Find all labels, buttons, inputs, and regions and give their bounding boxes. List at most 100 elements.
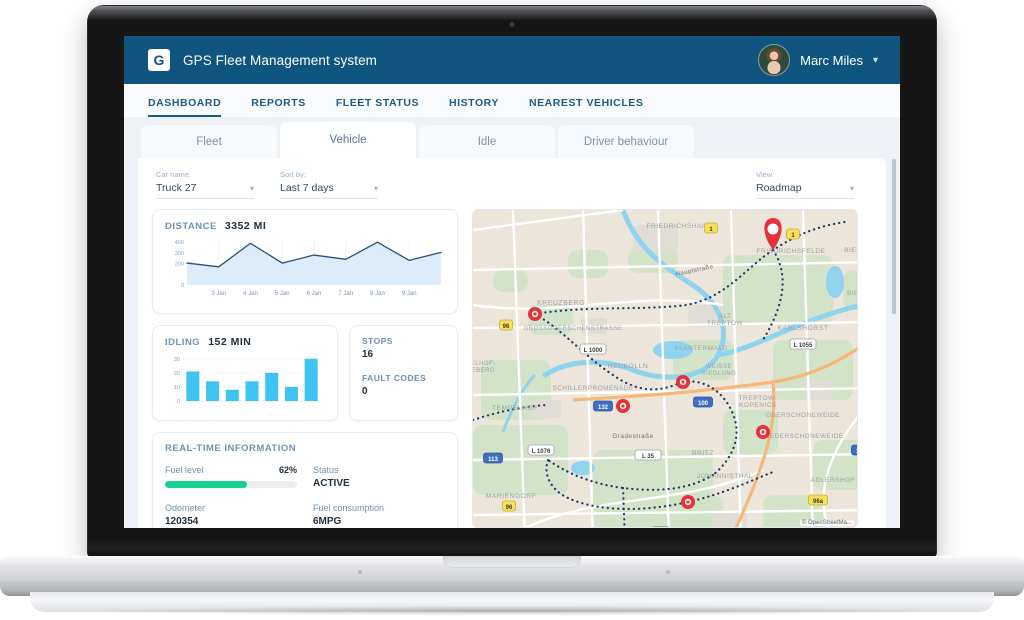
- view-label: View:: [756, 170, 775, 179]
- avatar: [758, 44, 791, 76]
- svg-text:JOHANNISTHAL: JOHANNISTHAL: [697, 473, 753, 480]
- tab-driver-behaviour[interactable]: Driver behaviour: [558, 125, 694, 158]
- svg-text:100: 100: [698, 401, 709, 407]
- svg-text:WEISSE: WEISSE: [706, 364, 732, 370]
- webcam-icon: [509, 22, 515, 27]
- svg-text:BIESDORF: BIESDORF: [847, 290, 858, 297]
- realtime-row-2: Odometer 120354 Fuel consumption 6MPG: [165, 503, 445, 527]
- dashboard-panel: Car name: Truck 27 ▾ Sort by: Last 7 day…: [138, 158, 886, 528]
- svg-text:6 Jan: 6 Jan: [307, 291, 322, 297]
- nav-item-fleet-status[interactable]: FLEET STATUS: [336, 97, 419, 117]
- svg-text:KREUZBERG: KREUZBERG: [537, 300, 585, 307]
- page-scrollbar[interactable]: [892, 159, 896, 314]
- sort-by-select[interactable]: Sort by: Last 7 days ▾: [280, 170, 378, 199]
- svg-text:10: 10: [174, 385, 180, 391]
- car-name-control[interactable]: Truck 27 ▾: [156, 182, 254, 199]
- svg-text:BRITZ: BRITZ: [692, 450, 714, 457]
- stops-stat: STOPS 16: [362, 336, 445, 360]
- chevron-down-icon[interactable]: ▾: [250, 184, 254, 193]
- svg-text:NEBERG: NEBERG: [473, 368, 495, 374]
- view-control[interactable]: Roadmap ▾: [756, 182, 854, 199]
- svg-text:0: 0: [181, 283, 184, 289]
- svg-text:8 Jan: 8 Jan: [370, 291, 385, 297]
- nav-item-reports[interactable]: REPORTS: [251, 97, 306, 117]
- nav-item-history[interactable]: HISTORY: [449, 97, 499, 117]
- sub-tabs: Fleet Vehicle Idle Driver behaviour: [138, 122, 886, 158]
- view-select[interactable]: View: Roadmap ▾: [756, 170, 854, 199]
- svg-text:PLANTERWALD: PLANTERWALD: [674, 345, 727, 352]
- realtime-title: REAL-TIME INFORMATION: [165, 443, 297, 454]
- app-header: G GPS Fleet Management system Marc Miles…: [124, 36, 900, 84]
- fuel-level-progress-fill: [165, 481, 247, 488]
- fuel-level-progress: [165, 481, 297, 488]
- map-view[interactable]: FRIEDRICHSHAIN FRIEDRICHSFELDE BIESDORF BIE…: [472, 209, 858, 528]
- nav-item-dashboard[interactable]: DASHBOARD: [148, 97, 222, 117]
- dashboard-content: DISTANCE 3352 MI 0 200 300 400 3 Jan 4 Jan 5 Ja…: [152, 209, 872, 528]
- sort-by-control[interactable]: Last 7 days ▾: [280, 182, 378, 199]
- distance-card: DISTANCE 3352 MI 0 200 300 400 3 Jan 4 Jan 5 Ja…: [152, 209, 458, 314]
- car-name-label: Car name:: [156, 170, 192, 179]
- chevron-down-icon[interactable]: ▾: [850, 184, 854, 193]
- svg-text:L 1055: L 1055: [794, 343, 813, 349]
- laptop-base-notch: [443, 556, 581, 568]
- svg-text:300: 300: [175, 251, 184, 257]
- idling-bar-chart: 0 10 20 30: [165, 353, 325, 410]
- svg-text:TEMPELHOF: TEMPELHOF: [492, 405, 538, 412]
- fuel-consumption-label: Fuel consumption: [313, 503, 385, 513]
- tab-fleet[interactable]: Fleet: [141, 125, 277, 158]
- svg-text:SCHILLERPROMENADE: SCHILLERPROMENADE: [553, 385, 634, 392]
- svg-text:0: 0: [177, 399, 180, 405]
- tab-vehicle[interactable]: Vehicle: [280, 122, 416, 158]
- idling-value: 152 MIN: [208, 336, 252, 348]
- odometer-block: Odometer 120354: [165, 503, 297, 527]
- brand: G GPS Fleet Management system: [148, 49, 377, 71]
- svg-text:30: 30: [174, 357, 180, 363]
- svg-text:400: 400: [175, 240, 184, 246]
- laptop-lid-sheen: [88, 6, 936, 20]
- realtime-row-1: Fuel level 62% Status ACTIVE: [165, 465, 445, 489]
- svg-text:113: 113: [856, 449, 858, 455]
- svg-text:20: 20: [174, 371, 180, 377]
- svg-text:SIEDLUNG: SIEDLUNG: [702, 371, 737, 377]
- odometer-label: Odometer: [165, 503, 206, 513]
- distance-label: DISTANCE: [165, 221, 217, 232]
- fault-codes-label: FAULT CODES: [362, 373, 427, 383]
- svg-text:KOPENICK: KOPENICK: [739, 402, 777, 409]
- distance-line-chart: 0 200 300 400 3 Jan 4 Jan 5 Jan 6 Jan 7 Jan 8 Jan…: [165, 236, 445, 303]
- svg-text:200: 200: [175, 262, 184, 268]
- user-menu[interactable]: Marc Miles ▾: [758, 44, 878, 76]
- svg-text:NEUKOLLN: NEUKOLLN: [608, 363, 649, 370]
- idling-card-title: IDLING 152 MIN: [165, 336, 325, 348]
- map-attribution: © OpenStreetMa...: [799, 520, 854, 526]
- svg-text:132: 132: [598, 405, 609, 411]
- fuel-consumption-block: Fuel consumption 6MPG: [297, 503, 445, 527]
- tab-idle[interactable]: Idle: [419, 125, 555, 158]
- svg-text:TREPTOW: TREPTOW: [707, 320, 744, 327]
- svg-text:Gradestraße: Gradestraße: [612, 433, 653, 440]
- stops-value: 16: [362, 349, 374, 360]
- stops-card: STOPS 16 FAULT CODES 0: [349, 325, 458, 421]
- idling-label: IDLING: [165, 337, 201, 348]
- chevron-down-icon[interactable]: ▾: [873, 55, 878, 66]
- fault-codes-value: 0: [362, 386, 368, 397]
- fuel-level-label: Fuel level: [165, 465, 204, 475]
- sort-by-label: Sort by:: [280, 170, 306, 179]
- sort-by-value: Last 7 days: [280, 182, 334, 194]
- status-block: Status ACTIVE: [297, 465, 445, 489]
- chevron-down-icon[interactable]: ▾: [374, 184, 378, 193]
- svg-text:5 Jan: 5 Jan: [275, 291, 290, 297]
- laptop-base: [0, 556, 1024, 596]
- svg-text:MARIENDORF: MARIENDORF: [486, 493, 537, 500]
- distance-card-title: DISTANCE 3352 MI: [165, 220, 445, 232]
- laptop-chin: [88, 536, 936, 558]
- stops-label: STOPS: [362, 336, 393, 346]
- car-name-select[interactable]: Car name: Truck 27 ▾: [156, 170, 254, 199]
- map-column: FRIEDRICHSHAIN FRIEDRICHSFELDE BIESDORF BIE…: [472, 209, 872, 528]
- fuel-consumption-value: 6MPG: [313, 516, 342, 527]
- fuel-level-block: Fuel level 62%: [165, 465, 297, 489]
- svg-text:L 1076: L 1076: [532, 449, 551, 455]
- nav-item-nearest-vehicles[interactable]: NEAREST VEHICLES: [529, 97, 643, 117]
- svg-text:96: 96: [506, 505, 513, 511]
- svg-text:L 35: L 35: [642, 454, 655, 460]
- svg-text:ALT: ALT: [718, 313, 731, 320]
